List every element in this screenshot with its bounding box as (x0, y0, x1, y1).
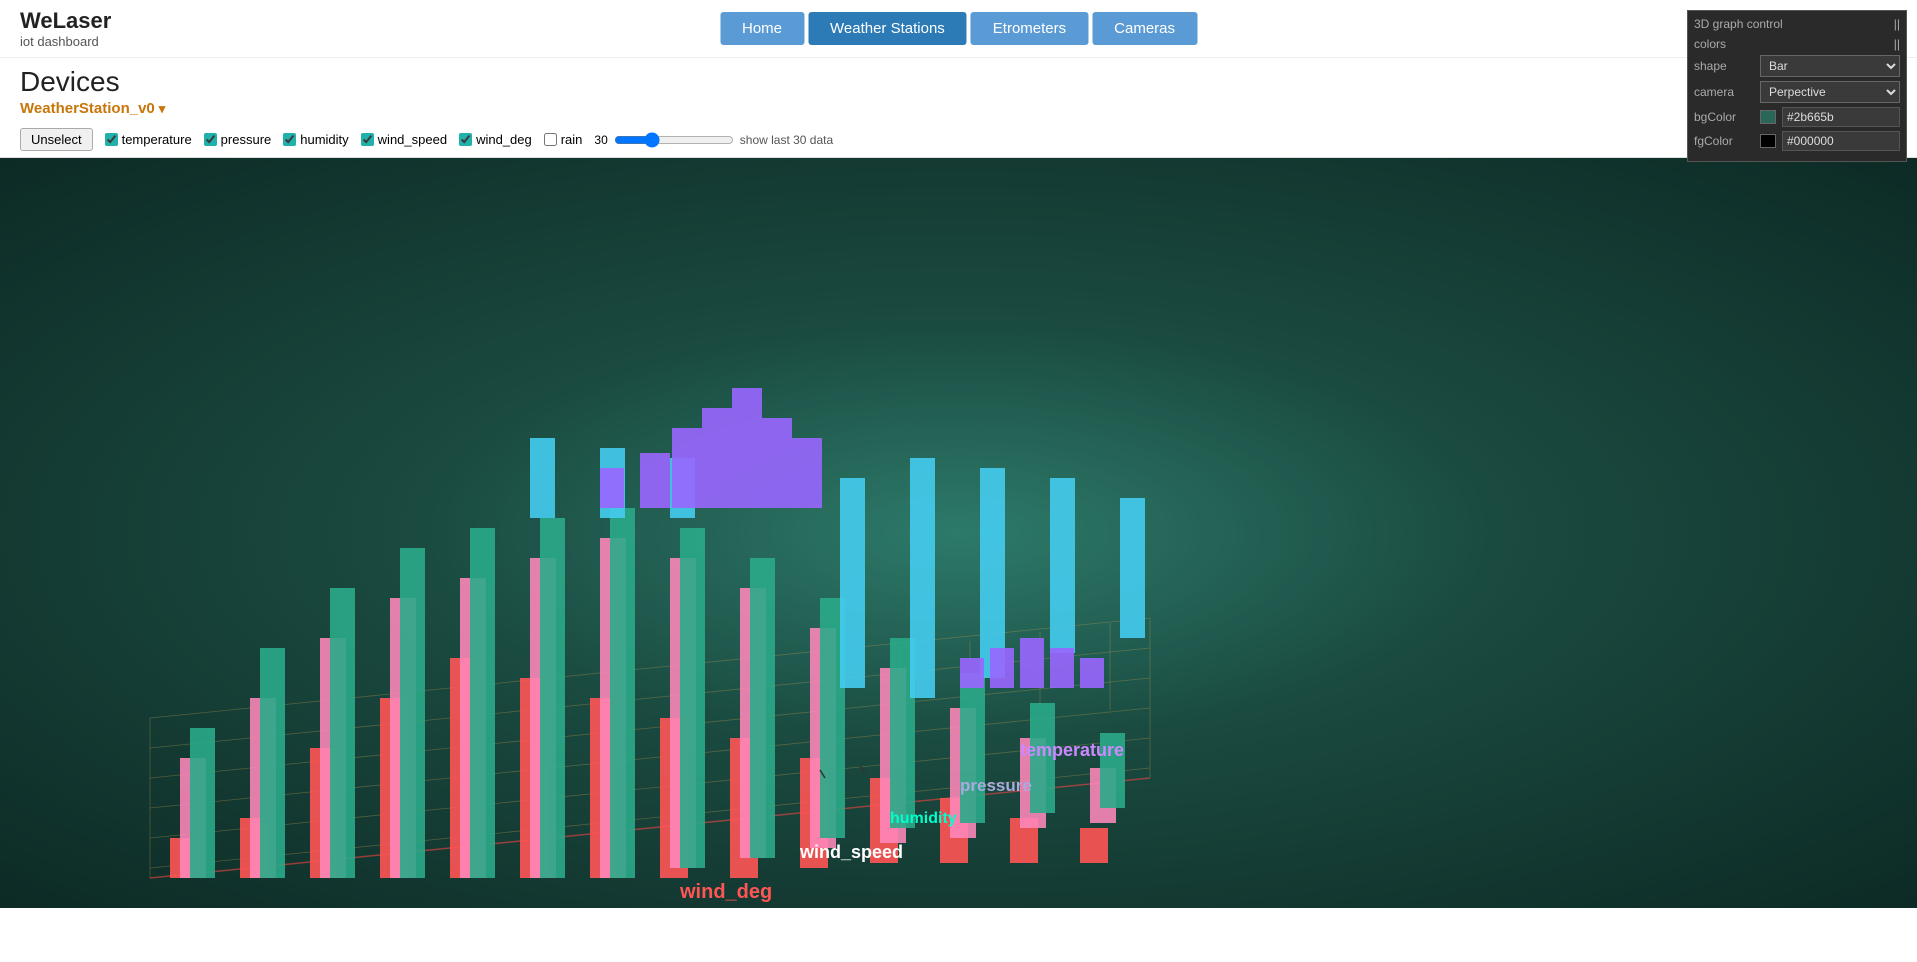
colors-row: colors || (1694, 37, 1900, 51)
unselect-button[interactable]: Unselect (20, 128, 93, 151)
humidity-axis-label: humidity (890, 810, 957, 827)
checkbox-label-pressure: pressure (221, 132, 272, 147)
checkbox-temperature[interactable]: temperature (105, 132, 192, 147)
wind-deg-axis-label: wind_deg (679, 881, 772, 903)
checkbox-label-wind_deg: wind_deg (476, 132, 532, 147)
checkbox-pressure[interactable]: pressure (204, 132, 272, 147)
shape-row: shape Bar Line Scatter (1694, 55, 1900, 77)
nav-btn-home[interactable]: Home (720, 12, 804, 45)
chart-area: temperature pressure humidity wind_speed… (0, 158, 1917, 908)
fgcolor-value[interactable]: #000000 (1782, 131, 1900, 151)
camera-row: camera Perpective Orthographic (1694, 81, 1900, 103)
colors-toggle-button[interactable]: || (1894, 37, 1900, 51)
checkbox-input-wind_deg[interactable] (459, 133, 472, 146)
brand-subtitle: iot dashboard (20, 34, 111, 49)
shape-select[interactable]: Bar Line Scatter (1760, 55, 1900, 77)
checkbox-input-pressure[interactable] (204, 133, 217, 146)
temperature-axis-label: temperature (1020, 740, 1124, 760)
checkbox-rain[interactable]: rain (544, 132, 583, 147)
checkbox-label-humidity: humidity (300, 132, 348, 147)
checkbox-humidity[interactable]: humidity (283, 132, 348, 147)
wind-speed-axis-label: wind_speed (799, 842, 903, 862)
nav-btn-etrometers[interactable]: Etrometers (971, 12, 1088, 45)
bgcolor-swatch[interactable] (1760, 110, 1776, 124)
checkbox-wind_speed[interactable]: wind_speed (361, 132, 447, 147)
devices-section: Devices WeatherStation_v0 (0, 58, 1917, 122)
fgcolor-swatch[interactable] (1760, 134, 1776, 148)
device-selector[interactable]: WeatherStation_v0 (20, 100, 165, 117)
data-count-slider-container: 30 show last 30 data (594, 132, 833, 148)
nav-btn-weather-stations[interactable]: Weather Stations (808, 12, 967, 45)
3d-bar-chart: temperature pressure humidity wind_speed… (0, 158, 1917, 908)
nav-btn-cameras[interactable]: Cameras (1092, 12, 1197, 45)
checkbox-label-wind_speed: wind_speed (378, 132, 447, 147)
bgcolor-row: bgColor #2b665b (1694, 107, 1900, 127)
brand: WeLaser iot dashboard (20, 8, 111, 49)
colors-label: colors (1694, 37, 1726, 51)
fgcolor-row: fgColor #000000 (1694, 131, 1900, 151)
slider-value-label: 30 (594, 133, 607, 147)
checkbox-input-humidity[interactable] (283, 133, 296, 146)
checkbox-label-temperature: temperature (122, 132, 192, 147)
camera-select[interactable]: Perpective Orthographic (1760, 81, 1900, 103)
bgcolor-label: bgColor (1694, 110, 1754, 124)
brand-title: WeLaser (20, 8, 111, 34)
checkbox-input-rain[interactable] (544, 133, 557, 146)
header: WeLaser iot dashboard HomeWeather Statio… (0, 0, 1917, 58)
checkbox-label-rain: rain (561, 132, 583, 147)
pressure-axis-label: pressure (960, 776, 1032, 795)
graph-control-header: 3D graph control || (1694, 17, 1900, 31)
data-count-slider[interactable] (614, 132, 734, 148)
shape-label: shape (1694, 59, 1754, 73)
graph-control-title: 3D graph control (1694, 17, 1783, 31)
bgcolor-value[interactable]: #2b665b (1782, 107, 1900, 127)
controls-bar: Unselect temperature pressure humidity wind… (0, 122, 1917, 158)
checkbox-wind_deg[interactable]: wind_deg (459, 132, 532, 147)
fgcolor-label: fgColor (1694, 134, 1754, 148)
checkbox-input-wind_speed[interactable] (361, 133, 374, 146)
graph-control-close-button[interactable]: || (1894, 17, 1900, 31)
slider-description: show last 30 data (740, 133, 833, 147)
checkbox-input-temperature[interactable] (105, 133, 118, 146)
camera-label: camera (1694, 85, 1754, 99)
main-nav: HomeWeather StationsEtrometersCameras (720, 12, 1197, 45)
graph-control-panel: 3D graph control || colors || shape Bar … (1687, 10, 1907, 162)
devices-title: Devices (20, 66, 1897, 98)
